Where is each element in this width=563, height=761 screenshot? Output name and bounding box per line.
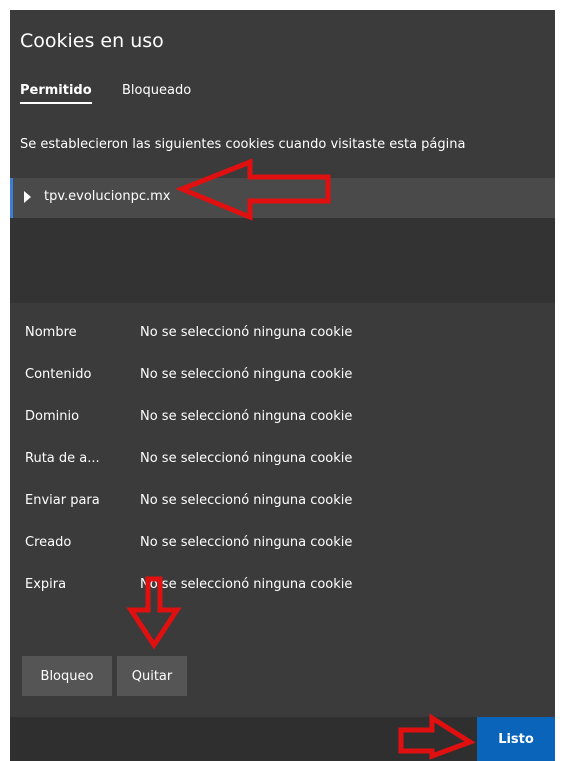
detail-row-send-for: Enviar para No se seleccionó ninguna coo… [10,493,555,535]
detail-value: No se seleccionó ninguna cookie [140,493,353,508]
expand-caret-icon[interactable] [24,191,31,203]
detail-value: No se seleccionó ninguna cookie [140,451,353,466]
tab-blocked[interactable]: Bloqueado [122,83,191,98]
detail-row-path: Ruta de a... No se seleccionó ninguna co… [10,451,555,493]
block-button[interactable]: Bloqueo [22,656,112,696]
detail-label: Ruta de a... [25,451,100,466]
detail-row-expires: Expira No se seleccionó ninguna cookie [10,577,555,619]
detail-row-domain: Dominio No se seleccionó ninguna cookie [10,409,555,451]
detail-value: No se seleccionó ninguna cookie [140,535,353,550]
detail-value: No se seleccionó ninguna cookie [140,409,353,424]
cookie-list: tpv.evolucionpc.mx [10,178,555,303]
detail-label: Enviar para [25,493,100,508]
detail-value: No se seleccionó ninguna cookie [140,325,353,340]
detail-label: Nombre [25,325,77,340]
cookie-domain-label: tpv.evolucionpc.mx [44,189,171,204]
cookie-row[interactable]: tpv.evolucionpc.mx [10,178,555,218]
detail-row-name: Nombre No se seleccionó ninguna cookie [10,325,555,367]
cookie-details: Nombre No se seleccionó ninguna cookie C… [10,325,555,619]
detail-label: Expira [25,577,67,592]
cookies-dialog: Cookies en uso Permitido Bloqueado Se es… [10,10,555,761]
detail-value: No se seleccionó ninguna cookie [140,367,353,382]
detail-label: Contenido [25,367,92,382]
dialog-title: Cookies en uso [20,30,164,52]
detail-label: Dominio [25,409,80,424]
cookies-description: Se establecieron las siguientes cookies … [20,137,466,152]
tab-allowed[interactable]: Permitido [20,83,92,104]
detail-row-content: Contenido No se seleccionó ninguna cooki… [10,367,555,409]
dialog-footer: Listo [10,717,555,761]
remove-button[interactable]: Quitar [117,656,187,696]
done-button[interactable]: Listo [477,717,555,761]
detail-value: No se seleccionó ninguna cookie [140,577,353,592]
detail-row-created: Creado No se seleccionó ninguna cookie [10,535,555,577]
detail-label: Creado [25,535,72,550]
selection-indicator [10,178,13,218]
